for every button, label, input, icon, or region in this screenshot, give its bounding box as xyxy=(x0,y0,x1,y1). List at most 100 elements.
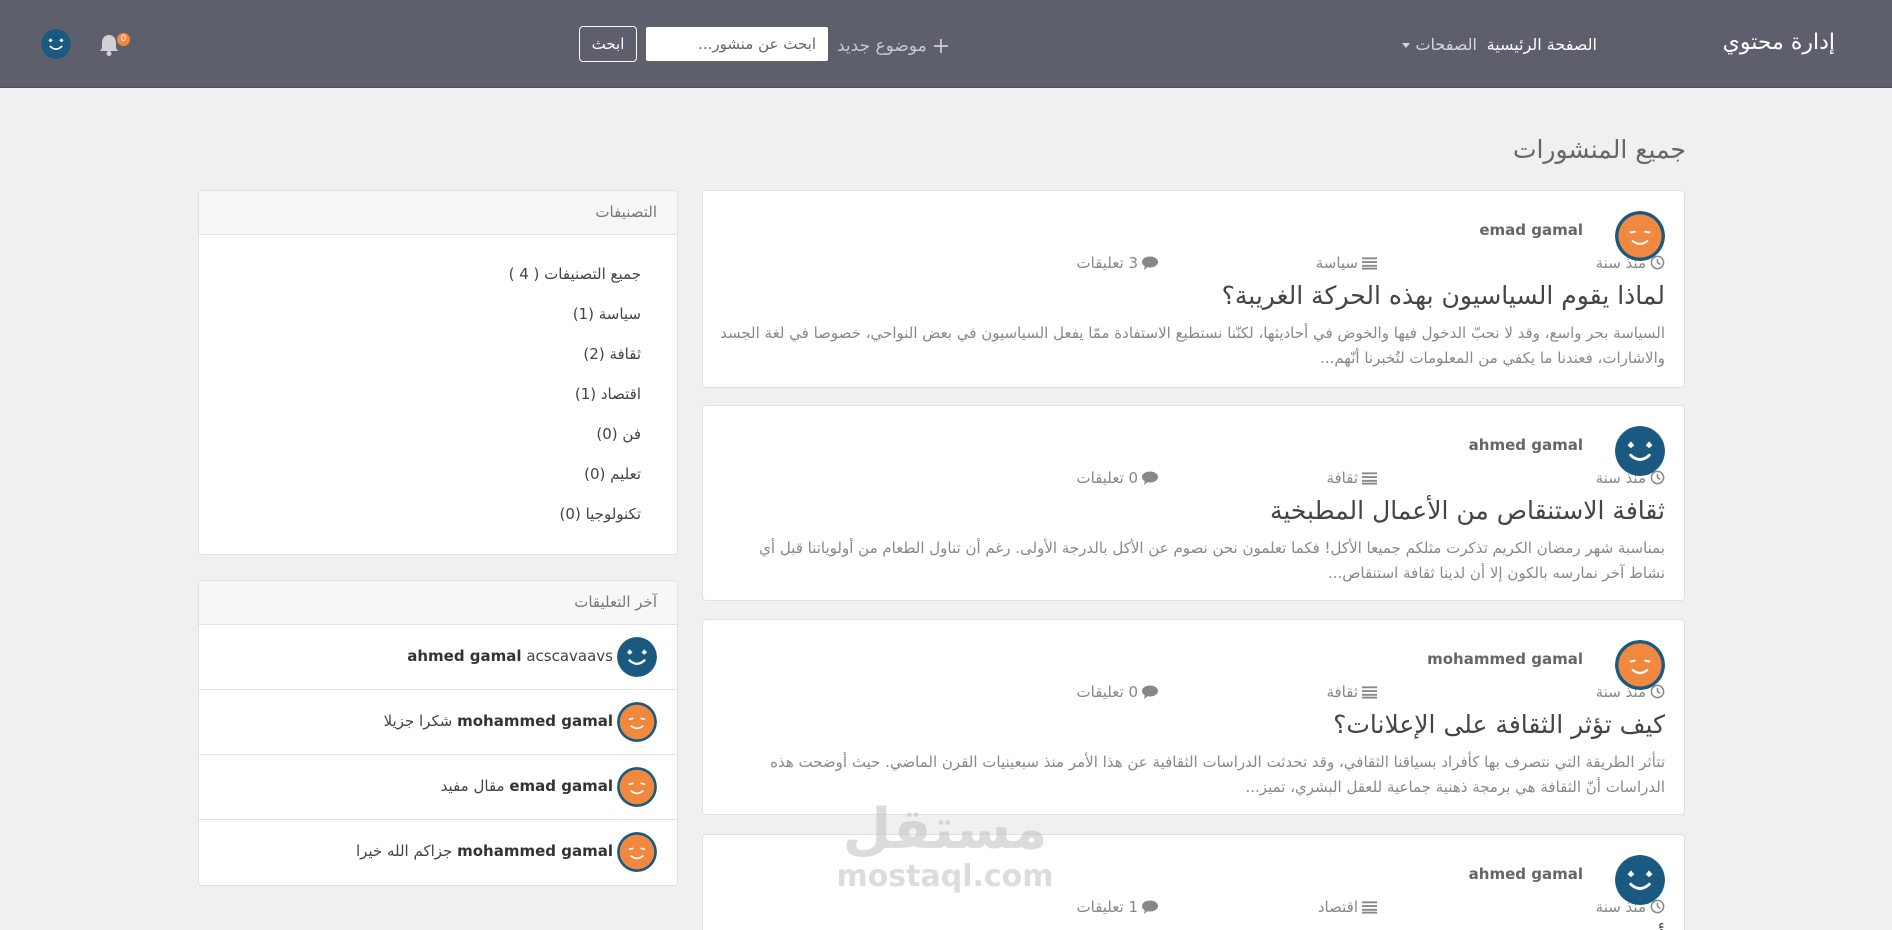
new-topic-link[interactable]: +موضوع جديد xyxy=(837,34,950,59)
user-avatar[interactable] xyxy=(41,29,71,59)
post-time-label: منذ سنة xyxy=(1595,254,1646,272)
comment-text: mohammed gamal جزاكم الله خيرا xyxy=(356,842,613,860)
commenter-avatar xyxy=(617,767,657,807)
post-category[interactable]: اقتصاد xyxy=(1318,898,1377,916)
watermark-latin: mostaql.com xyxy=(836,859,1054,894)
comment-list-item[interactable]: mohammed gamal جزاكم الله خيرا xyxy=(199,820,677,885)
recent-comments-panel-title: آخر التعليقات xyxy=(574,593,657,611)
post-author[interactable]: ahmed gamal xyxy=(1469,865,1583,883)
category-link[interactable]: تكنولوجيا (0) xyxy=(560,505,641,523)
post-category-label: اقتصاد xyxy=(1317,898,1358,916)
comment-body: مقال مفيد xyxy=(440,777,505,795)
post-title[interactable]: أ xyxy=(1658,925,1665,930)
recent-comments-panel-header: آخر التعليقات xyxy=(199,581,677,625)
post-time-label: منذ سنة xyxy=(1595,898,1646,916)
watermark: مستقل mostaql.com xyxy=(830,800,1060,894)
comment-icon xyxy=(1142,900,1158,914)
post-comments[interactable]: 3 تعليقات xyxy=(1076,254,1158,272)
comment-text: ahmed gamal acscavaavs xyxy=(407,647,613,665)
list-icon xyxy=(1362,257,1377,270)
post-time: منذ سنة xyxy=(1596,898,1665,916)
post-card[interactable]: ahmed gamal منذ سنة ثقافة 0 تعليقات ثقاف… xyxy=(702,405,1685,601)
list-icon xyxy=(1362,686,1377,699)
commenter-avatar xyxy=(617,637,657,677)
comment-author[interactable]: mohammed gamal xyxy=(457,712,613,730)
page-title: جميع المنشورات xyxy=(1512,135,1686,164)
post-time: منذ سنة xyxy=(1596,469,1665,487)
recent-comments-panel: آخر التعليقات ahmed gamal acscavaavs moh… xyxy=(198,580,678,886)
notification-count-badge: 0 xyxy=(117,33,130,46)
post-category-label: سياسة xyxy=(1315,254,1358,272)
post-comments-label: 3 تعليقات xyxy=(1076,254,1139,272)
comment-author[interactable]: emad gamal xyxy=(509,777,613,795)
post-card[interactable]: emad gamal منذ سنة سياسة 3 تعليقات لماذا… xyxy=(702,190,1685,388)
post-comments-label: 1 تعليقات xyxy=(1076,898,1139,916)
watermark-arabic: مستقل xyxy=(842,797,1048,862)
post-excerpt: تتأثر الطريقة التي نتصرف بها كأفراد بسيا… xyxy=(770,753,1665,796)
post-author[interactable]: mohammed gamal xyxy=(1427,650,1583,668)
comment-author[interactable]: ahmed gamal xyxy=(407,647,521,665)
post-card[interactable]: mohammed gamal منذ سنة ثقافة 0 تعليقات ك… xyxy=(702,619,1685,815)
brand-logo[interactable]: إدارة محتوي xyxy=(1723,30,1835,55)
post-excerpt: بمناسبة شهر رمضان الكريم تذكرت مثلكم جمي… xyxy=(759,539,1665,582)
comment-icon xyxy=(1142,256,1158,270)
comment-icon xyxy=(1142,471,1158,485)
top-navbar: إدارة محتوي الصفحة الرئيسية الصفحات +موض… xyxy=(0,0,1892,88)
category-link-all[interactable]: جميع التصنيفات ( 4 ) xyxy=(509,265,641,283)
comment-body: acscavaavs xyxy=(526,647,613,665)
nav-home-link[interactable]: الصفحة الرئيسية xyxy=(1487,35,1597,54)
post-time-label: منذ سنة xyxy=(1595,469,1646,487)
comment-list-item[interactable]: mohammed gamal شكرا جزيلا xyxy=(199,690,677,755)
post-time-label: منذ سنة xyxy=(1595,683,1646,701)
comment-text: emad gamal مقال مفيد xyxy=(441,777,613,795)
post-title[interactable]: ثقافة الاستنقاص من الأعمال المطبخية xyxy=(1270,496,1665,525)
post-time: منذ سنة xyxy=(1596,254,1665,272)
post-title[interactable]: لماذا يقوم السياسيون بهذه الحركة الغريبة… xyxy=(1222,281,1665,310)
post-category-label: ثقافة xyxy=(1326,469,1358,487)
clock-icon xyxy=(1650,255,1665,270)
post-comments[interactable]: 0 تعليقات xyxy=(1076,469,1158,487)
post-comments-label: 0 تعليقات xyxy=(1076,683,1139,701)
category-link[interactable]: ثقافة (2) xyxy=(583,345,641,363)
category-link[interactable]: اقتصاد (1) xyxy=(575,385,641,403)
comment-icon xyxy=(1142,685,1158,699)
clock-icon xyxy=(1650,470,1665,485)
category-link[interactable]: سياسة (1) xyxy=(573,305,641,323)
commenter-avatar xyxy=(617,702,657,742)
comment-body: شكرا جزيلا xyxy=(383,712,453,730)
search-input[interactable] xyxy=(646,27,828,61)
comment-text: mohammed gamal شكرا جزيلا xyxy=(384,712,613,730)
post-title[interactable]: كيف تؤثر الثقافة على الإعلانات؟ xyxy=(1333,710,1665,739)
plus-icon: + xyxy=(931,34,951,59)
caret-down-icon xyxy=(1402,43,1411,48)
post-category-label: ثقافة xyxy=(1326,683,1358,701)
post-category[interactable]: ثقافة xyxy=(1326,683,1377,701)
post-time: منذ سنة xyxy=(1596,683,1665,701)
categories-panel-title: التصنيفات xyxy=(595,203,657,221)
commenter-avatar xyxy=(617,832,657,872)
search-button[interactable]: ابحث xyxy=(579,26,637,62)
post-comments-label: 0 تعليقات xyxy=(1076,469,1139,487)
comment-list-item[interactable]: emad gamal مقال مفيد xyxy=(199,755,677,820)
nav-pages-dropdown[interactable]: الصفحات xyxy=(1402,35,1477,54)
comment-author[interactable]: mohammed gamal xyxy=(457,842,613,860)
categories-panel-header: التصنيفات xyxy=(199,191,677,235)
post-comments[interactable]: 0 تعليقات xyxy=(1076,683,1158,701)
post-author[interactable]: emad gamal xyxy=(1479,221,1583,239)
post-comments[interactable]: 1 تعليقات xyxy=(1076,898,1158,916)
clock-icon xyxy=(1650,684,1665,699)
categories-panel: التصنيفات جميع التصنيفات ( 4 ) سياسة (1)… xyxy=(198,190,678,555)
comment-list-item[interactable]: ahmed gamal acscavaavs xyxy=(199,625,677,690)
category-link[interactable]: فن (0) xyxy=(596,425,641,443)
post-excerpt: السياسة بحر واسع، وقد لا نحبّ الدخول فيه… xyxy=(720,324,1665,367)
list-icon xyxy=(1362,901,1377,914)
post-author[interactable]: ahmed gamal xyxy=(1469,436,1583,454)
post-category[interactable]: ثقافة xyxy=(1326,469,1377,487)
clock-icon xyxy=(1650,899,1665,914)
nav-pages-label: الصفحات xyxy=(1415,35,1477,54)
list-icon xyxy=(1362,472,1377,485)
post-category[interactable]: سياسة xyxy=(1316,254,1377,272)
category-link[interactable]: تعليم (0) xyxy=(584,465,641,483)
comment-body: جزاكم الله خيرا xyxy=(355,842,453,860)
new-topic-label: موضوع جديد xyxy=(837,36,927,56)
